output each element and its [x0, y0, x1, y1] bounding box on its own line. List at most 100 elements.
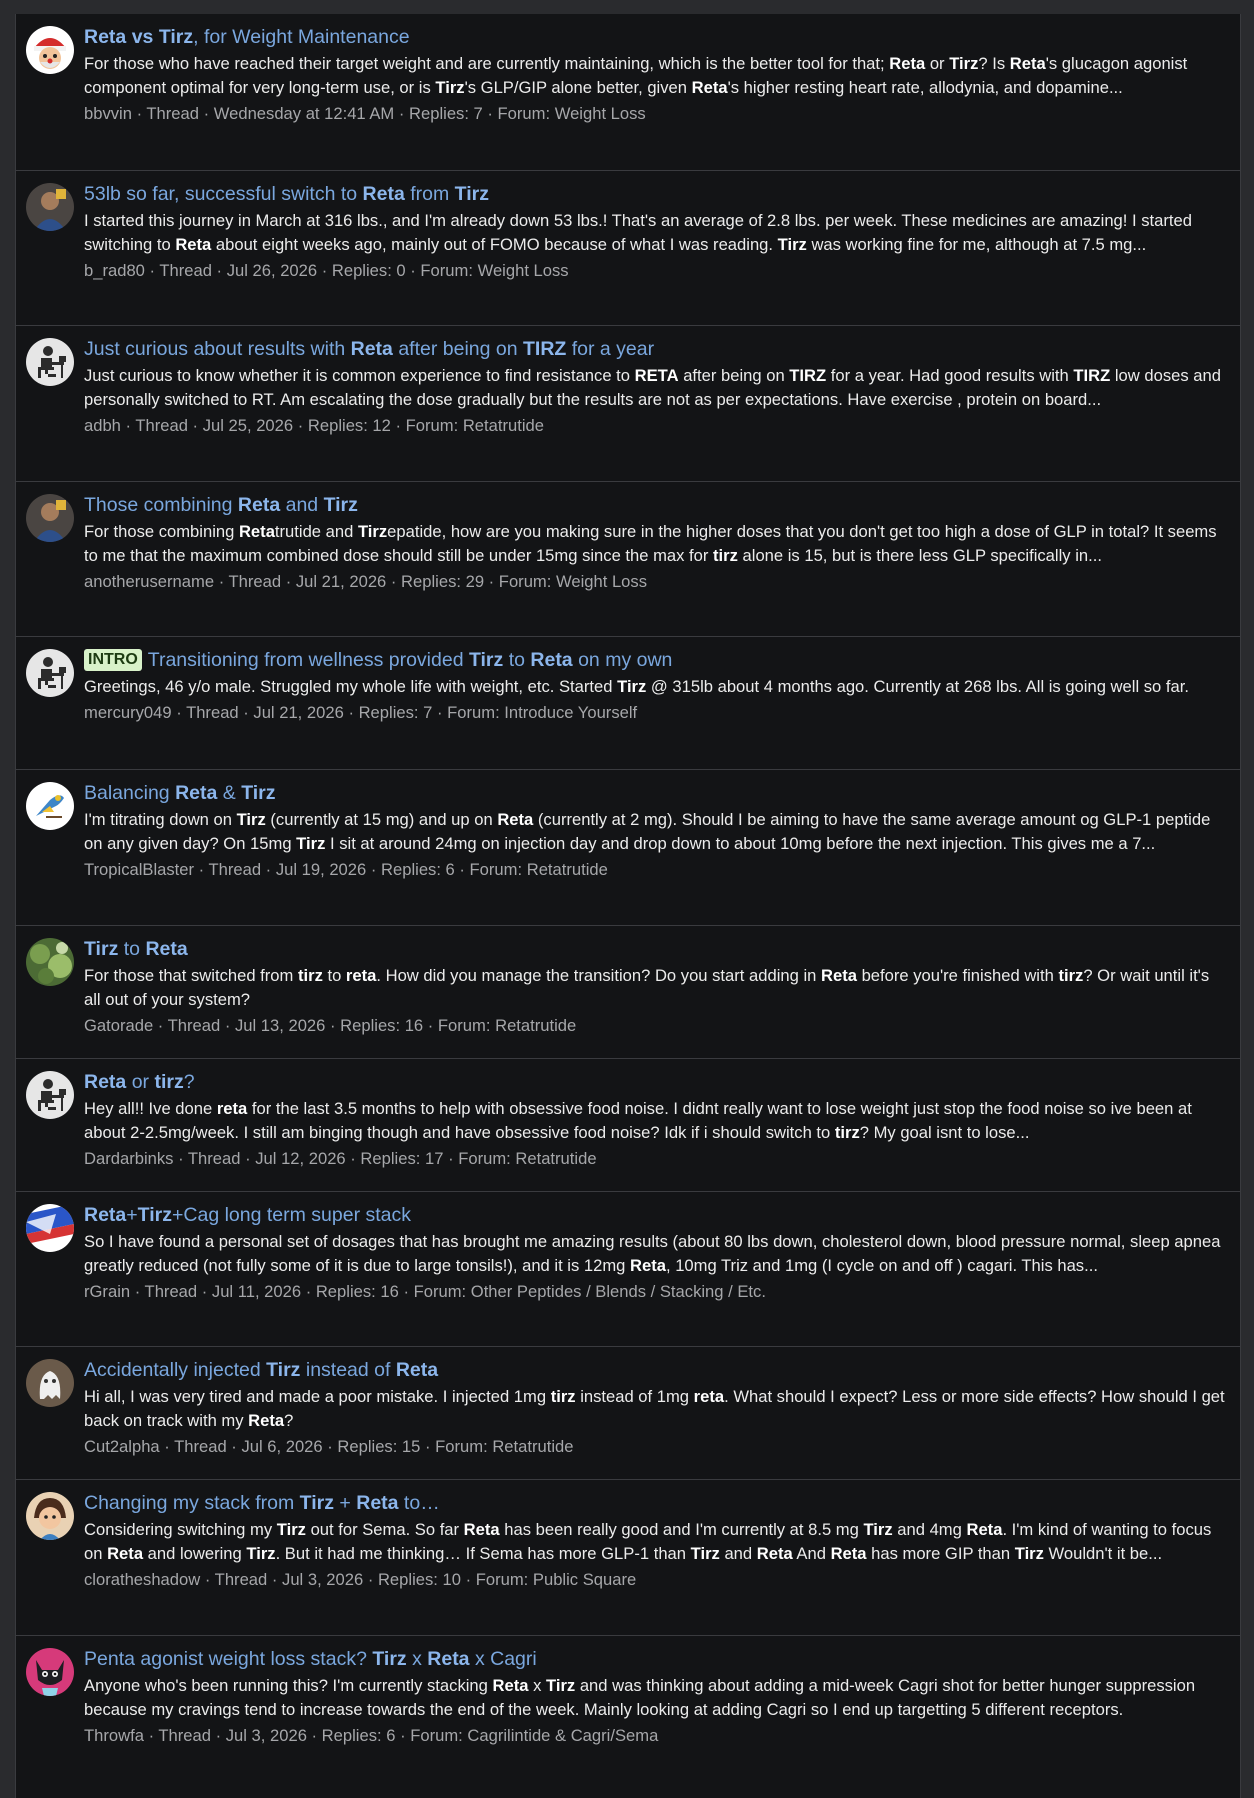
thread-title-link[interactable]: Changing my stack from Tirz + Reta to…	[84, 1490, 1228, 1516]
forum-link[interactable]: Introduce Yourself	[504, 703, 637, 722]
thread-snippet: For those who have reached their target …	[84, 54, 1188, 97]
cartoon-avatar-icon[interactable]	[26, 1492, 74, 1540]
thread-title-link[interactable]: Reta or tirz?	[84, 1069, 1228, 1095]
thread-title-link[interactable]: Just curious about results with Reta aft…	[84, 336, 1228, 362]
flag-avatar-icon[interactable]	[26, 1203, 74, 1252]
search-result-row: Changing my stack from Tirz + Reta to… Co…	[16, 1479, 1240, 1635]
thread-date: Jul 6, 2026	[241, 1437, 323, 1456]
author-link[interactable]: anotherusername	[84, 572, 214, 591]
thread-title-link[interactable]: Reta vs Tirz, for Weight Maintenance	[84, 24, 1228, 50]
thread-snippet: So I have found a personal set of dosage…	[84, 1231, 1221, 1275]
search-result-row: Reta or tirz? Hey all!! Ive done reta for…	[16, 1057, 1240, 1191]
author-link[interactable]: Throwfa	[84, 1726, 144, 1745]
forum-link[interactable]: Cagrilintide & Cagri/Sema	[467, 1726, 658, 1745]
forum-link[interactable]: Retatrutide	[463, 416, 544, 435]
thread-title-link[interactable]: Those combining Reta and Tirz	[84, 492, 1228, 518]
reply-count: Replies: 7	[409, 104, 483, 123]
author-link[interactable]: Cut2alpha	[84, 1437, 160, 1456]
search-result-row: Accidentally injected Tirz instead of Re…	[16, 1346, 1240, 1479]
reply-count: Replies: 6	[321, 1725, 396, 1745]
thread-date: Jul 3, 2026	[225, 1725, 307, 1745]
thread-title-link[interactable]: INTRO Transitioning from wellness provide…	[84, 647, 1228, 673]
author-link[interactable]: mercury049	[84, 703, 172, 722]
search-result-row: Penta agonist weight loss stack? Tirz x …	[16, 1634, 1240, 1791]
reply-count: Replies: 16	[315, 1281, 399, 1301]
search-result-row: Those combining Reta and Tirz For those c…	[16, 480, 1240, 637]
author-link[interactable]: b_rad80	[84, 261, 145, 280]
default-user-avatar-icon[interactable]	[26, 338, 74, 386]
thread-title-link[interactable]: Tirz to Reta	[84, 936, 1228, 962]
result-body: Accidentally injected Tirz instead of Re…	[84, 1357, 1228, 1459]
forum-link[interactable]: Retatrutide	[527, 860, 608, 879]
default-user-avatar-icon[interactable]	[26, 1070, 74, 1119]
reply-count: Replies: 0	[331, 260, 406, 280]
plant-avatar-icon[interactable]	[26, 937, 74, 986]
thread-snippet: Considering switching my Tirz out for Se…	[84, 1520, 1212, 1563]
result-body: INTRO Transitioning from wellness provide…	[84, 647, 1228, 725]
thread-title-link[interactable]: Accidentally injected Tirz instead of Re…	[84, 1357, 1228, 1383]
thread-snippet: For those that switched from tirz to ret…	[84, 965, 1210, 1009]
thread-title-link[interactable]: Penta agonist weight loss stack? Tirz x …	[84, 1646, 1228, 1672]
reply-count: Replies: 17	[360, 1148, 444, 1168]
reply-count: Replies: 15	[337, 1437, 421, 1456]
search-result-row: INTRO Transitioning from wellness provide…	[16, 636, 1240, 769]
author-link[interactable]: Dardarbinks	[84, 1149, 173, 1168]
reply-count: Replies: 7	[358, 703, 433, 722]
santa-avatar-icon[interactable]	[26, 26, 74, 74]
thread-date: Jul 26, 2026	[226, 260, 318, 280]
thread-snippet: Hi all, I was very tired and made a poor…	[84, 1387, 1225, 1430]
result-body: 53lb so far, successful switch to Reta f…	[84, 181, 1228, 283]
forum-link[interactable]: Retatrutide	[515, 1149, 596, 1168]
author-link[interactable]: adbh	[84, 416, 121, 435]
thread-meta: TropicalBlaster · Thread · Jul 19, 2026 …	[84, 860, 608, 879]
forum-link[interactable]: Public Square	[533, 1570, 636, 1589]
thread-date: Jul 21, 2026	[295, 571, 387, 591]
ghost-avatar-icon[interactable]	[26, 1359, 74, 1407]
photo-avatar-icon[interactable]	[26, 182, 74, 231]
cat-avatar-icon[interactable]	[26, 1647, 74, 1696]
bird-avatar-icon[interactable]	[26, 782, 74, 830]
forum-link[interactable]: Weight Loss	[556, 572, 647, 591]
thread-snippet: Just curious to know whether it is commo…	[84, 366, 1221, 409]
author-link[interactable]: cloratheshadow	[84, 1570, 200, 1589]
thread-meta: bbvvin · Thread · Wednesday at 12:41 AM …	[84, 104, 646, 123]
thread-meta: b_rad80 · Thread · Jul 26, 2026 · Replie…	[84, 260, 569, 280]
thread-snippet: I started this journey in March at 316 l…	[84, 210, 1192, 254]
thread-date: Jul 3, 2026	[282, 1570, 364, 1589]
page-top-edge	[0, 0, 1254, 14]
reply-count: Replies: 12	[307, 416, 391, 435]
author-link[interactable]: Gatorade	[84, 1016, 153, 1035]
thread-snippet: Hey all!! Ive done reta for the last 3.5…	[84, 1098, 1192, 1142]
thread-date: Jul 21, 2026	[253, 703, 344, 722]
photo-avatar-icon[interactable]	[26, 493, 74, 542]
thread-title-link[interactable]: Balancing Reta & Tirz	[84, 780, 1228, 806]
result-body: Just curious about results with Reta aft…	[84, 336, 1228, 438]
thread-title-link[interactable]: Reta+Tirz+Cag long term super stack	[84, 1202, 1228, 1228]
result-body: Balancing Reta & Tirz I'm titrating down …	[84, 780, 1228, 882]
author-link[interactable]: bbvvin	[84, 104, 132, 123]
forum-link[interactable]: Other Peptides / Blends / Stacking / Etc…	[471, 1282, 766, 1301]
thread-date: Jul 11, 2026	[211, 1281, 302, 1301]
forum-link[interactable]: Weight Loss	[478, 261, 569, 280]
forum-link[interactable]: Retatrutide	[492, 1437, 573, 1456]
default-user-avatar-icon[interactable]	[26, 649, 74, 697]
thread-meta: cloratheshadow · Thread · Jul 3, 2026 · …	[84, 1570, 637, 1589]
thread-snippet: Anyone who's been running this? I'm curr…	[84, 1675, 1196, 1719]
thread-title-link[interactable]: 53lb so far, successful switch to Reta f…	[84, 181, 1228, 207]
thread-meta: Throwfa · Thread · Jul 3, 2026 · Replies…	[84, 1725, 659, 1745]
thread-meta: Gatorade · Thread · Jul 13, 2026 · Repli…	[84, 1015, 577, 1035]
reply-count: Replies: 6	[381, 860, 455, 879]
thread-date: Jul 12, 2026	[255, 1148, 346, 1168]
author-link[interactable]: rGrain	[84, 1282, 130, 1301]
thread-date: Jul 25, 2026	[202, 416, 294, 435]
thread-prefix-label[interactable]: INTRO	[84, 649, 142, 671]
forum-link[interactable]: Weight Loss	[555, 104, 646, 123]
thread-date: Jul 19, 2026	[275, 860, 367, 879]
search-results-list: Reta vs Tirz, for Weight Maintenance For …	[15, 14, 1241, 1798]
author-link[interactable]: TropicalBlaster	[84, 860, 194, 879]
thread-meta: mercury049 · Thread · Jul 21, 2026 · Rep…	[84, 703, 638, 722]
thread-date: Wednesday at 12:41 AM	[213, 104, 395, 123]
search-result-row: Tirz to Reta For those that switched from…	[16, 924, 1240, 1058]
forum-link[interactable]: Retatrutide	[495, 1016, 576, 1035]
search-result-row: Balancing Reta & Tirz I'm titrating down …	[16, 769, 1240, 925]
